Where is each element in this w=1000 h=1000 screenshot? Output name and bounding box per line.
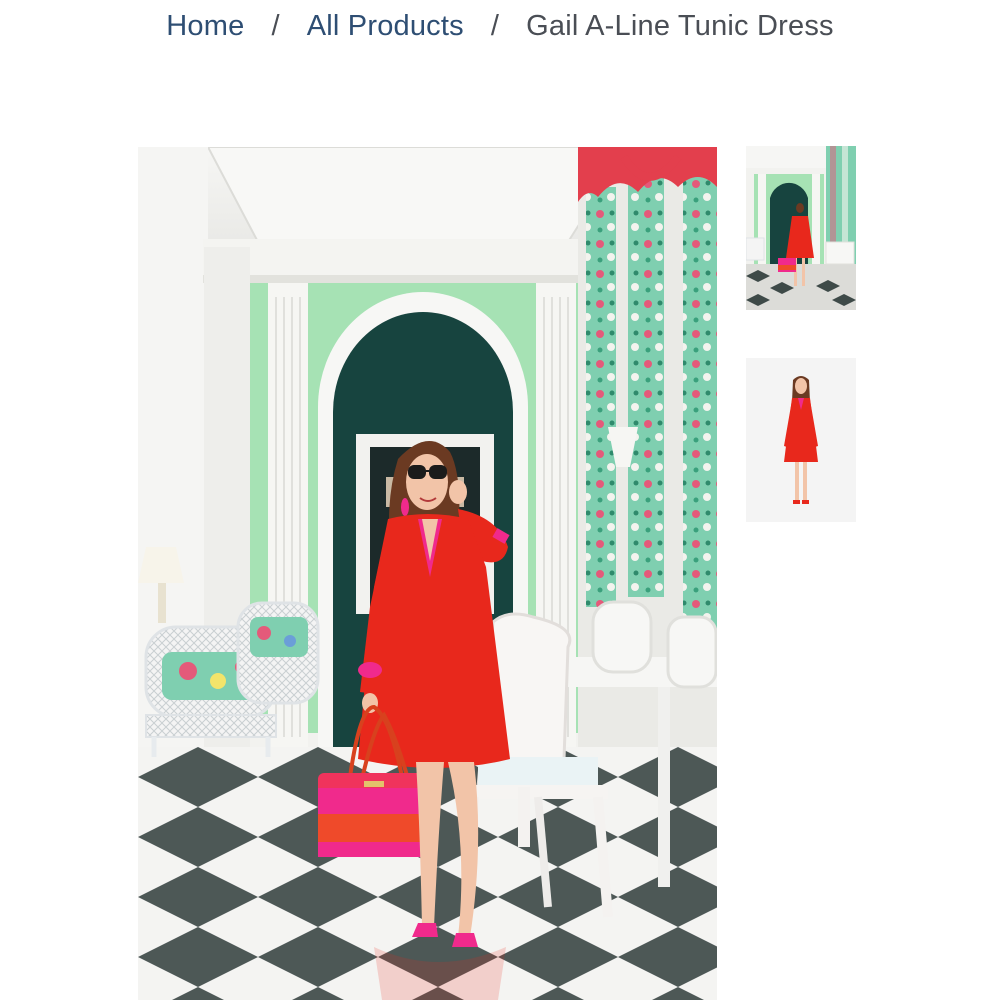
breadcrumb-current-page: Gail A-Line Tunic Dress xyxy=(526,10,834,42)
thumbnail-studio[interactable] xyxy=(746,358,856,522)
main-product-image[interactable] xyxy=(138,147,717,1000)
thumbnail-lifestyle[interactable] xyxy=(746,146,856,310)
breadcrumb-separator: / xyxy=(490,10,500,42)
breadcrumb-separator: / xyxy=(271,10,280,42)
breadcrumb: Home / All Products / Gail A-Line Tunic Dres… xyxy=(0,6,1000,46)
breadcrumb-all-products-link[interactable]: All Products xyxy=(307,10,464,42)
breadcrumb-home-link[interactable]: Home xyxy=(166,10,244,42)
